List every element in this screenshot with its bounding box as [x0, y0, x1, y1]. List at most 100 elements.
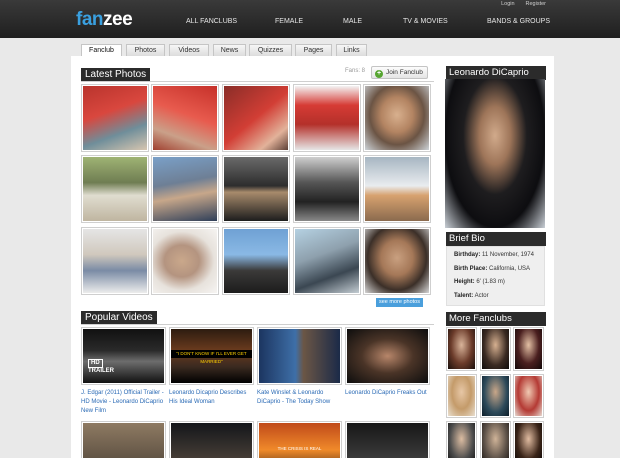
tab-fanclub[interactable]: Fanclub: [81, 44, 122, 56]
brief-bio-title: Brief Bio: [446, 232, 546, 246]
video-image: HD TRAILER: [83, 329, 164, 383]
photo-thumb[interactable]: [293, 227, 361, 295]
photo-thumb[interactable]: [293, 155, 361, 223]
bio-value: California, USA: [489, 266, 531, 272]
fanclub-thumb[interactable]: [480, 421, 511, 458]
tab-news[interactable]: News: [213, 44, 246, 56]
auth-links: Login Register: [492, 0, 546, 8]
bio-label: Height:: [454, 279, 475, 285]
nav-all-fanclubs[interactable]: ALL FANCLUBS: [186, 18, 237, 25]
hd-label: HD: [88, 359, 103, 368]
bio-height: Height: 6' (1.83 m): [454, 279, 505, 285]
video-image: THE CRISIS IS REAL: [259, 423, 340, 458]
video-caption-link[interactable]: J. Edgar (2011) Official Trailer - HD Mo…: [81, 389, 167, 416]
video-thumb[interactable]: THE CRISIS IS REAL: [257, 421, 342, 458]
video-overlay-text: THE CRISIS IS REAL: [277, 446, 322, 451]
bio-value: 11 November, 1974: [482, 252, 534, 258]
photo-image: [224, 86, 288, 150]
section-divider: [81, 324, 434, 325]
photo-thumb[interactable]: [81, 84, 149, 152]
video-caption-link[interactable]: Kate Winslet & Leonardo DiCaprio - The T…: [257, 389, 343, 407]
nav-male[interactable]: MALE: [343, 18, 362, 25]
login-link[interactable]: Login: [501, 1, 514, 7]
profile-name-title: Leonardo DiCaprio: [446, 66, 546, 80]
video-thumb[interactable]: [81, 421, 166, 458]
video-thumb[interactable]: [169, 421, 254, 458]
video-thumb[interactable]: "I DON'T KNOW IF I'LL EVER GET MARRIED": [169, 327, 254, 385]
register-link[interactable]: Register: [526, 1, 546, 7]
nav-female[interactable]: FEMALE: [275, 18, 303, 25]
photo-image: [295, 157, 359, 221]
photo-image: [153, 157, 217, 221]
video-image: [83, 423, 164, 458]
photo-image: [83, 229, 147, 293]
video-caption-link[interactable]: Leonardo Dicaprio Describes His Ideal Wo…: [169, 389, 255, 407]
photo-thumb[interactable]: [151, 227, 219, 295]
photo-thumb[interactable]: [151, 84, 219, 152]
fanclub-thumb[interactable]: [513, 327, 544, 371]
popular-videos-title: Popular Videos: [81, 311, 157, 325]
fanclub-thumb[interactable]: [480, 327, 511, 371]
photo-image: [224, 157, 288, 221]
fanclub-image: [482, 423, 509, 458]
nav-tv-movies[interactable]: TV & MOVIES: [403, 18, 448, 25]
main-nav: ALL FANCLUBS FEMALE MALE TV & MOVIES BAN…: [0, 18, 620, 28]
photo-thumb[interactable]: [81, 227, 149, 295]
latest-photos-title: Latest Photos: [81, 68, 151, 82]
nav-bands-groups[interactable]: BANDS & GROUPS: [487, 18, 550, 25]
tab-videos[interactable]: Videos: [169, 44, 209, 56]
fanclub-thumb[interactable]: [480, 374, 511, 418]
photo-thumb[interactable]: [363, 155, 431, 223]
plus-icon: +: [375, 70, 383, 78]
video-image: [347, 423, 428, 458]
photo-thumb[interactable]: [363, 227, 431, 295]
video-caption-link[interactable]: Leonardo DiCaprio Freaks Out: [345, 389, 431, 398]
bio-birth-place: Birth Place: California, USA: [454, 266, 530, 272]
section-divider: [81, 81, 434, 82]
video-thumb[interactable]: [345, 421, 430, 458]
bio-birthday: Birthday: 11 November, 1974: [454, 252, 534, 258]
photo-thumb[interactable]: [222, 155, 290, 223]
tab-quizzes[interactable]: Quizzes: [249, 44, 292, 56]
brief-bio-box: Birthday: 11 November, 1974 Birth Place:…: [446, 246, 545, 306]
tab-links[interactable]: Links: [336, 44, 367, 56]
video-image: "I DON'T KNOW IF I'LL EVER GET MARRIED": [171, 329, 252, 383]
fanclub-thumb[interactable]: [446, 421, 477, 458]
see-more-photos-link[interactable]: see more photos: [376, 298, 423, 307]
photo-image: [83, 157, 147, 221]
bio-label: Birth Place:: [454, 266, 488, 272]
video-image: [259, 329, 340, 383]
photo-image: [365, 157, 429, 221]
fanclub-image: [448, 329, 475, 369]
fanclub-image: [515, 329, 542, 369]
photo-thumb[interactable]: [222, 227, 290, 295]
photo-thumb[interactable]: [363, 84, 431, 152]
bio-label: Talent:: [454, 293, 474, 299]
fanclub-thumb[interactable]: [513, 421, 544, 458]
video-thumb[interactable]: [257, 327, 342, 385]
photo-image: [295, 229, 359, 293]
video-thumb[interactable]: [345, 327, 430, 385]
fanclub-image: [448, 423, 475, 458]
photo-thumb[interactable]: [222, 84, 290, 152]
fanclub-thumb[interactable]: [446, 374, 477, 418]
tab-photos[interactable]: Photos: [126, 44, 165, 56]
top-bar: fanzee Login Register ALL FANCLUBS FEMAL…: [0, 0, 620, 38]
bio-talent: Talent: Actor: [454, 293, 489, 299]
fanclub-thumb[interactable]: [513, 374, 544, 418]
join-fanclub-button[interactable]: + Join Fanclub: [371, 66, 428, 79]
bio-label: Birthday:: [454, 252, 481, 258]
photo-thumb[interactable]: [151, 155, 219, 223]
fanclub-image: [482, 329, 509, 369]
photo-thumb[interactable]: [81, 155, 149, 223]
photo-image: [224, 229, 288, 293]
fanclub-image: [515, 376, 542, 416]
bio-value: 6' (1.83 m): [476, 279, 505, 285]
hd-trailer-badge: HD TRAILER: [88, 359, 114, 375]
photo-thumb[interactable]: [293, 84, 361, 152]
more-fanclubs-title: More Fanclubs: [446, 312, 546, 326]
video-thumb[interactable]: HD TRAILER: [81, 327, 166, 385]
tab-pages[interactable]: Pages: [295, 44, 332, 56]
fanclub-thumb[interactable]: [446, 327, 477, 371]
video-overlay-text: "I DON'T KNOW IF I'LL EVER GET MARRIED": [171, 349, 252, 364]
